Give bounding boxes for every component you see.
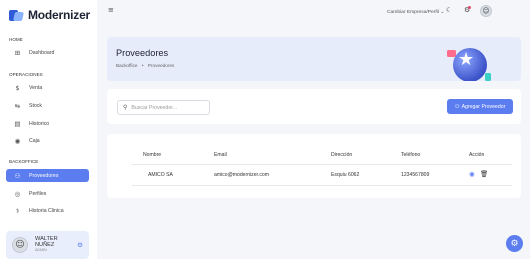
search-icon: ⚲ <box>123 104 128 111</box>
sidebar-item-label: Venta <box>29 84 43 91</box>
cash-icon: ◉ <box>14 136 21 145</box>
sidebar-item-historia-clinica[interactable]: ⚕ Historia Clinica <box>6 204 89 217</box>
sidebar-item-label: Perfiles <box>29 190 47 197</box>
breadcrumb: Backoffice • Proveedores <box>116 63 174 68</box>
app-name: Modernizer <box>28 8 91 22</box>
sidebar-item-perfiles[interactable]: ◎ Perfiles <box>6 187 89 200</box>
logo-mark-icon <box>9 9 24 21</box>
chevron-down-icon: ⌄ <box>440 10 445 15</box>
swap-icon: ⇆ <box>14 101 21 110</box>
dollar-icon: $ <box>15 83 20 92</box>
column-header-nombre: Nombre <box>143 152 162 158</box>
delete-icon[interactable]: 🗑 <box>480 170 488 178</box>
section-title-backoffice: BACKOFFICE <box>9 159 39 164</box>
sidebar-item-label: Proveedores <box>29 172 59 179</box>
proveedores-table: Nombre Email Dirección Teléfono Acción A… <box>107 134 521 198</box>
column-header-email: Email <box>214 152 227 158</box>
add-proveedor-label: Agregar Proveedor <box>461 103 506 110</box>
user-settings-icon[interactable]: ⚙ <box>77 241 83 249</box>
cell-direccion: Esquiu 6062 <box>331 172 360 178</box>
breadcrumb-item-proveedores: Proveedores <box>147 63 175 68</box>
sidebar-item-dashboard[interactable]: ⊞ Dashboard <box>6 46 89 59</box>
profile-icon: ◎ <box>14 189 21 198</box>
breadcrumb-separator: • <box>141 63 144 68</box>
sidebar-item-label: Dashboard <box>29 49 55 56</box>
sidebar-item-label: Stock <box>29 102 42 109</box>
topbar-avatar[interactable]: ☺ <box>480 5 492 17</box>
page-title: Proveedores <box>116 48 169 58</box>
sidebar-item-label: Historia Clinica <box>29 207 64 214</box>
clinic-icon: ⚕ <box>15 206 20 215</box>
section-title-operaciones: OPERACIONES <box>9 72 43 77</box>
cell-nombre: AMICO SA <box>148 172 173 178</box>
theme-toggle-icon[interactable]: ☾ <box>446 6 452 14</box>
list-icon: ▤ <box>14 119 21 128</box>
banner-illustration: ★ <box>445 44 495 81</box>
view-icon[interactable]: ◉ <box>469 170 475 178</box>
section-title-home: HOME <box>9 37 23 42</box>
header-divider <box>132 164 512 165</box>
topbar: ≡ Cambiar Empresa/Perfil ⌄ ☾ ⚙ ☺ <box>97 0 530 24</box>
cell-email: amico@modernizer.com <box>214 172 269 178</box>
search-card: ⚲ ⚇ Agregar Proveedor <box>107 89 521 124</box>
menu-icon[interactable]: ≡ <box>108 6 114 14</box>
add-user-icon: ⚇ <box>454 103 460 110</box>
notification-dot <box>468 6 472 9</box>
company-selector-label: Cambiar Empresa/Perfil <box>387 10 439 15</box>
column-header-accion: Acción <box>469 152 485 158</box>
sidebar-item-venta[interactable]: $ Venta <box>6 81 89 94</box>
floating-settings-button[interactable]: ⚙ <box>506 235 523 252</box>
app-logo[interactable]: Modernizer <box>9 8 90 22</box>
sidebar: Modernizer HOME ⊞ Dashboard OPERACIONES … <box>0 0 97 259</box>
sidebar-item-label: Caja <box>29 137 40 144</box>
search-box[interactable]: ⚲ <box>117 100 210 115</box>
sidebar-item-stock[interactable]: ⇆ Stock <box>6 99 89 112</box>
sidebar-item-historico[interactable]: ▤ Historico <box>6 117 89 130</box>
column-header-direccion: Dirección <box>331 152 353 158</box>
breadcrumb-item-backoffice[interactable]: Backoffice <box>116 63 138 68</box>
search-input[interactable] <box>131 104 202 111</box>
user-info: WALTER NUÑEZ ADMIN <box>35 236 58 253</box>
user-role: ADMIN <box>35 248 47 253</box>
sidebar-item-caja[interactable]: ◉ Caja <box>6 134 89 147</box>
avatar: ☺ <box>12 237 28 253</box>
dashboard-icon: ⊞ <box>14 48 21 57</box>
users-icon: ⚇ <box>14 171 21 180</box>
row-divider <box>132 185 512 186</box>
cell-telefono: 1234567809 <box>401 172 430 178</box>
column-header-telefono: Teléfono <box>401 152 421 158</box>
company-selector[interactable]: Cambiar Empresa/Perfil ⌄ <box>387 9 444 15</box>
star-icon: ★ <box>458 49 475 70</box>
user-card[interactable]: ☺ WALTER NUÑEZ ADMIN ⚙ <box>6 231 89 259</box>
add-proveedor-button[interactable]: ⚇ Agregar Proveedor <box>447 99 513 114</box>
settings-icon[interactable]: ⚙ <box>464 6 472 14</box>
sidebar-item-proveedores[interactable]: ⚇ Proveedores <box>6 169 89 182</box>
sidebar-item-label: Historico <box>29 120 50 127</box>
page-banner: Proveedores Backoffice • Proveedores ★ <box>107 37 521 81</box>
